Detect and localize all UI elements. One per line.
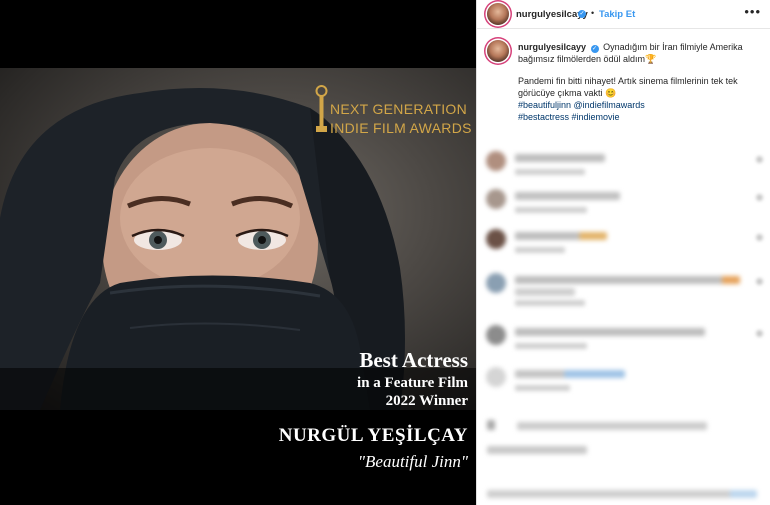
comment-meta-blurred — [515, 385, 570, 391]
comment-item — [477, 188, 770, 222]
laurel-trophy-icon — [315, 85, 328, 132]
award-year: 2022 Winner — [385, 393, 468, 409]
comment-text-blurred — [515, 192, 620, 200]
comment-item — [477, 418, 770, 454]
verified-badge-icon: ✓ — [578, 10, 586, 18]
award-logo: NEXT GENERATION INDIE FILM AWARDS — [311, 82, 471, 138]
comment-text-blurred — [487, 490, 757, 498]
award-subcategory: in a Feature Film — [357, 375, 468, 391]
comment-text-blurred — [487, 446, 587, 454]
comment-item — [477, 366, 770, 400]
post-side-panel: nurgulyesilcayy ✓ • Takip Et ••• nurguly… — [476, 0, 770, 505]
comment-meta-blurred — [515, 247, 565, 253]
commenter-avatar[interactable] — [486, 367, 506, 387]
comment-text-blurred — [515, 154, 605, 162]
comment-item — [477, 488, 770, 504]
actor-name: NURGÜL YEŞİLÇAY — [278, 425, 468, 446]
commenter-avatar[interactable] — [486, 229, 506, 249]
award-title-line2: INDIE FILM AWARDS — [330, 120, 472, 136]
caption-hashtags-line2[interactable]: #bestactress #indiemovie — [518, 111, 764, 123]
header-username[interactable]: nurgulyesilcayy — [516, 9, 588, 20]
avatar[interactable] — [487, 40, 509, 62]
follow-button[interactable]: Takip Et — [599, 9, 635, 20]
comment-text-blurred — [515, 328, 705, 336]
post-image[interactable]: NEXT GENERATION INDIE FILM AWARDS Best A… — [0, 0, 476, 505]
comment-text-blurred — [487, 420, 495, 430]
comment-text-blurred — [515, 276, 740, 284]
separator-dot: • — [591, 8, 595, 18]
heart-icon[interactable] — [756, 234, 763, 241]
comment-item — [477, 324, 770, 358]
commenter-avatar[interactable] — [486, 325, 506, 345]
comment-meta-blurred — [515, 343, 587, 349]
comment-text-blurred — [515, 232, 607, 240]
comment-item — [477, 150, 770, 184]
commenter-avatar[interactable] — [486, 273, 506, 293]
heart-icon[interactable] — [756, 278, 763, 285]
avatar[interactable] — [487, 3, 509, 25]
more-options-icon[interactable]: ••• — [744, 4, 761, 19]
comment-text-blurred — [517, 422, 707, 430]
heart-icon[interactable] — [756, 156, 763, 163]
caption-hashtags-line1[interactable]: #beautifuljinn @indiefilmawards — [518, 99, 764, 111]
caption-paragraph-2: Pandemi fin bitti nihayet! Artık sinema … — [518, 76, 738, 98]
comment-item — [477, 228, 770, 262]
award-category: Best Actress — [359, 348, 468, 372]
heart-icon[interactable] — [756, 330, 763, 337]
commenter-avatar[interactable] — [486, 189, 506, 209]
caption-text: nurgulyesilcayy ✓ Oynadığım bir İran fil… — [518, 41, 764, 123]
film-title: "Beautiful Jinn" — [357, 452, 468, 471]
comment-item — [477, 272, 770, 306]
comment-text-blurred — [515, 370, 625, 378]
comment-meta-blurred — [515, 300, 585, 306]
caption-username[interactable]: nurgulyesilcayy — [518, 42, 586, 52]
award-title-line1: NEXT GENERATION — [330, 101, 468, 117]
commenter-avatar[interactable] — [486, 151, 506, 171]
verified-badge-icon: ✓ — [590, 45, 599, 53]
comment-text-blurred — [515, 288, 575, 296]
post-header: nurgulyesilcayy ✓ • Takip Et ••• — [477, 0, 770, 29]
heart-icon[interactable] — [756, 194, 763, 201]
comment-meta-blurred — [515, 169, 585, 175]
comment-meta-blurred — [515, 207, 587, 213]
